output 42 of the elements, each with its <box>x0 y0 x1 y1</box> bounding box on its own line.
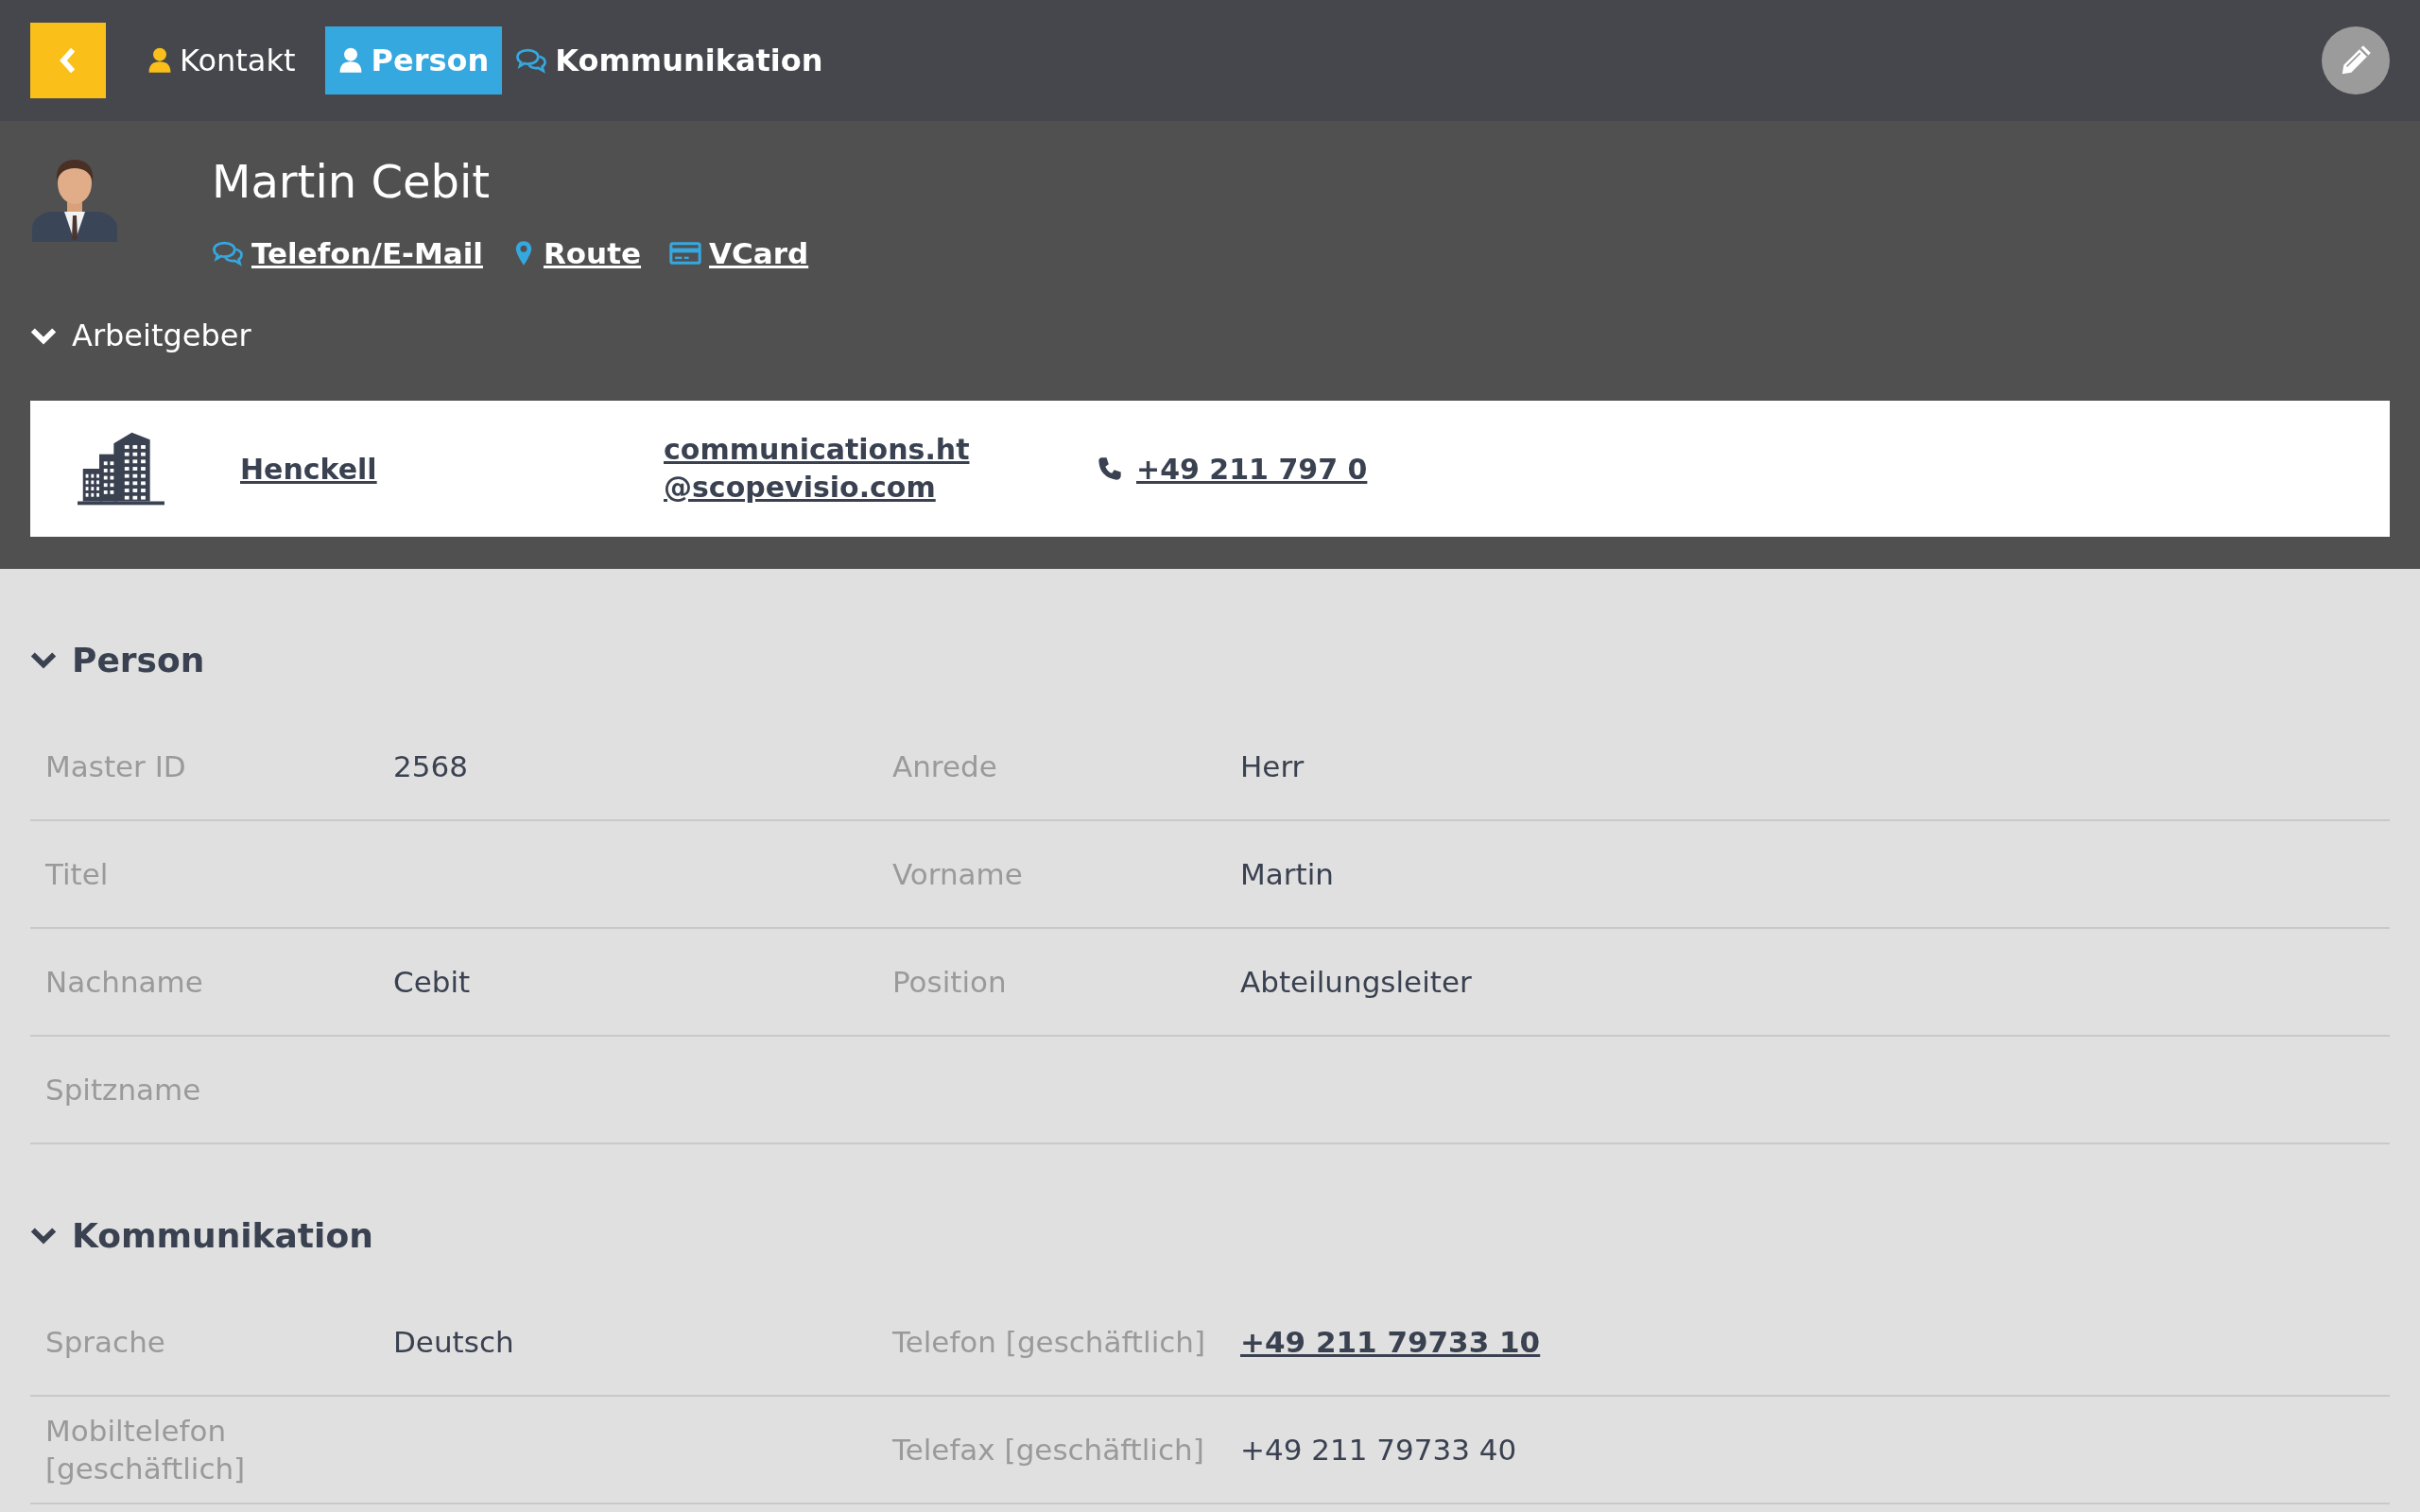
chat-icon <box>515 47 548 74</box>
header-link[interactable]: VCard <box>669 236 809 270</box>
field-value: Cebit <box>393 965 471 999</box>
chat-icon <box>212 240 244 266</box>
breadcrumb-link[interactable]: Kontakt <box>147 43 296 78</box>
credit-card-icon <box>669 240 702 266</box>
header-link[interactable]: Route <box>510 236 642 270</box>
chevron-icon[interactable] <box>30 1226 57 1245</box>
chevron-icon[interactable] <box>30 650 57 669</box>
phone-link[interactable]: +49 211 797 0 <box>1136 452 1368 486</box>
field-label: Anrede <box>892 748 998 785</box>
field-label: Nachname <box>45 964 204 1001</box>
employer-link[interactable]: Henckell <box>240 452 664 486</box>
field-label: Master ID <box>45 748 187 785</box>
field-value: Deutsch <box>393 1325 514 1359</box>
field-value: Martin <box>1240 857 1334 891</box>
tab[interactable]: Kommunikation <box>502 26 837 94</box>
chevron-left-icon <box>59 47 78 74</box>
header-link[interactable]: Telefon/E-Mail <box>212 236 483 270</box>
person-icon <box>338 47 364 74</box>
person-icon <box>147 47 172 74</box>
field-label: Telefax [geschäftlich] <box>892 1432 1205 1469</box>
phone-icon <box>1097 455 1123 482</box>
phone-link[interactable]: +49 211 79733 10 <box>1240 1325 1541 1359</box>
field-label: Titel <box>45 856 110 893</box>
field-value: Herr <box>1240 749 1305 783</box>
field-label: Telefon [geschäftlich] <box>892 1324 1207 1361</box>
field-value: +49 211 79733 40 <box>1240 1433 1517 1467</box>
field-label: Mobiltelefon [geschäftlich] <box>45 1413 247 1487</box>
field-label: Spitzname <box>45 1072 202 1108</box>
chevron-icon[interactable] <box>30 326 57 345</box>
field-value: Abteilungsleiter <box>1240 965 1472 999</box>
section-toggle[interactable]: Kommunikation <box>30 1205 373 1265</box>
field-label: Position <box>892 964 1008 1001</box>
section-toggle[interactable]: Person <box>30 629 205 690</box>
email-link[interactable]: communications.ht@scopevisio.com <box>664 431 1097 507</box>
field-label: Sprache <box>45 1324 166 1361</box>
field-label: Vorname <box>892 856 1024 893</box>
field-value: 2568 <box>393 749 468 783</box>
office-building-icon <box>78 430 164 507</box>
contact-name: Martin Cebit <box>212 154 492 210</box>
section-toggle[interactable]: Arbeitgeber <box>30 312 251 359</box>
